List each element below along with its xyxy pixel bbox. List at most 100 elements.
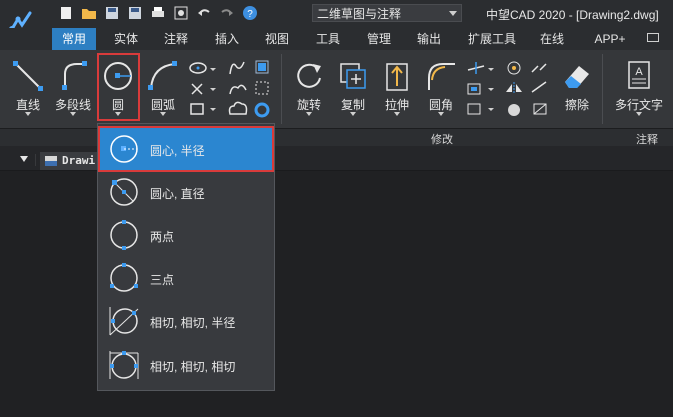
stretch-icon [386,63,408,91]
polyline-button[interactable]: 多段线 [50,50,96,128]
panel-separator [602,54,603,124]
chevron-down-icon [350,112,356,116]
erase-button[interactable]: 擦除 [556,50,598,128]
tab-view[interactable]: 视图 [257,28,297,50]
array-icon[interactable] [507,61,521,75]
workspace-label: 二维草图与注释 [317,7,402,21]
save-as-icon[interactable] [127,5,143,21]
fillet-button[interactable]: 圆角 [420,50,462,128]
chevron-down-icon [210,108,216,111]
circle-center-radius-icon [110,135,138,163]
point-icon[interactable] [191,83,203,95]
mtext-icon: A [628,61,650,89]
plot-preview-icon[interactable] [173,5,189,21]
undo-icon[interactable] [196,5,212,21]
annotate-panel-title: 注释 [636,134,658,146]
region-icon[interactable] [255,81,269,95]
chevron-down-icon [210,88,216,91]
rectangle-icon[interactable] [190,103,204,115]
chevron-down-icon [488,108,494,111]
arc-button[interactable]: 圆弧 [142,50,184,128]
redo-icon[interactable] [219,5,235,21]
panel-separator [281,54,282,124]
svg-text:A: A [635,66,643,78]
tab-annotate[interactable]: 注释 [156,28,196,50]
circle-button-highlight [97,53,140,121]
minimize-ribbon-icon[interactable] [647,33,659,42]
move-icon[interactable] [508,104,520,116]
rotate-icon [297,63,321,88]
modify-panel-title: 修改 [431,134,453,146]
print-icon[interactable] [150,5,166,21]
chevron-down-icon [488,88,494,91]
scale-icon[interactable] [533,103,547,115]
menu-item-two-point[interactable]: 两点 [100,214,272,256]
arc-icon [148,61,177,90]
menu-item-label: 相切, 相切, 半径 [150,316,236,330]
stretch-label: 拉伸 [384,98,409,112]
open-icon[interactable] [81,5,97,21]
menu-item-label: 三点 [150,273,175,287]
tab-online[interactable]: 在线 [532,28,572,50]
polyline-label: 多段线 [54,98,91,112]
tab-tools[interactable]: 工具 [308,28,348,50]
stretch-button[interactable]: 拉伸 [376,50,418,128]
tab-home[interactable]: 常用 [52,28,96,50]
donut-icon[interactable] [254,102,270,118]
fillet-label: 圆角 [428,98,453,112]
svg-text:?: ? [247,9,253,20]
tab-solid[interactable]: 实体 [106,28,146,50]
chevron-down-icon [160,112,166,116]
ellipse-icon[interactable] [189,62,207,74]
file-tabs-menu-icon[interactable] [6,154,36,166]
join-icon[interactable] [531,81,547,93]
copy-label: 复制 [340,98,365,112]
chevron-down-icon [394,112,400,116]
circle-tan-tan-tan-icon [109,351,139,379]
erase-label: 擦除 [564,98,589,112]
workspace-selector[interactable]: 二维草图与注释 [312,4,462,22]
menu-item-center-radius[interactable]: 圆心, 半径 [98,126,274,172]
circle-tan-tan-radius-icon [109,307,139,336]
file-tab-label: Drawi [62,154,96,167]
menu-item-tan-tan-radius[interactable]: 相切, 相切, 半径 [100,300,272,342]
trim-icon[interactable] [467,62,485,74]
cloud-icon[interactable] [228,101,248,115]
rotate-button[interactable]: 旋转 [288,50,330,128]
mtext-label: 多行文字 [614,98,663,112]
hatch-icon[interactable] [255,60,269,74]
menu-item-tan-tan-tan[interactable]: 相切, 相切, 相切 [100,344,272,386]
chevron-down-icon [449,11,457,16]
offset-icon[interactable] [467,83,481,95]
tab-insert[interactable]: 插入 [207,28,247,50]
copy-icon [340,63,366,89]
new-icon[interactable] [58,5,74,21]
mirror-icon[interactable] [506,82,522,94]
menu-item-center-diameter[interactable]: 圆心, 直径 [100,171,272,213]
chevron-down-icon [438,112,444,116]
copy-button[interactable]: 复制 [332,50,374,128]
break-icon[interactable] [531,63,547,73]
help-icon[interactable]: ? [242,5,258,21]
revcloud-icon[interactable] [229,84,247,95]
tab-manage[interactable]: 管理 [359,28,399,50]
tab-output[interactable]: 输出 [409,28,449,50]
spline-icon[interactable] [229,61,245,75]
menu-item-label: 相切, 相切, 相切 [150,360,236,374]
circle-two-point-icon [110,220,138,250]
tab-extended-tools[interactable]: 扩展工具 [462,28,522,50]
tab-app-plus[interactable]: APP+ [585,28,635,50]
mtext-button[interactable]: A 多行文字 [610,50,668,128]
explode-icon[interactable] [467,103,481,115]
chevron-down-icon [636,112,642,116]
app-title: 中望CAD 2020 - [Drawing2.dwg] [486,8,659,22]
chevron-down-icon [25,112,31,116]
chevron-down-icon [70,112,76,116]
line-button[interactable]: 直线 [6,50,50,128]
menu-item-label: 圆心, 直径 [150,187,205,201]
file-tab-drawing2[interactable]: Drawi [40,152,98,170]
rotate-label: 旋转 [296,98,321,112]
save-icon[interactable] [104,5,120,21]
arc-label: 圆弧 [150,98,175,112]
menu-item-three-point[interactable]: 三点 [100,257,272,299]
